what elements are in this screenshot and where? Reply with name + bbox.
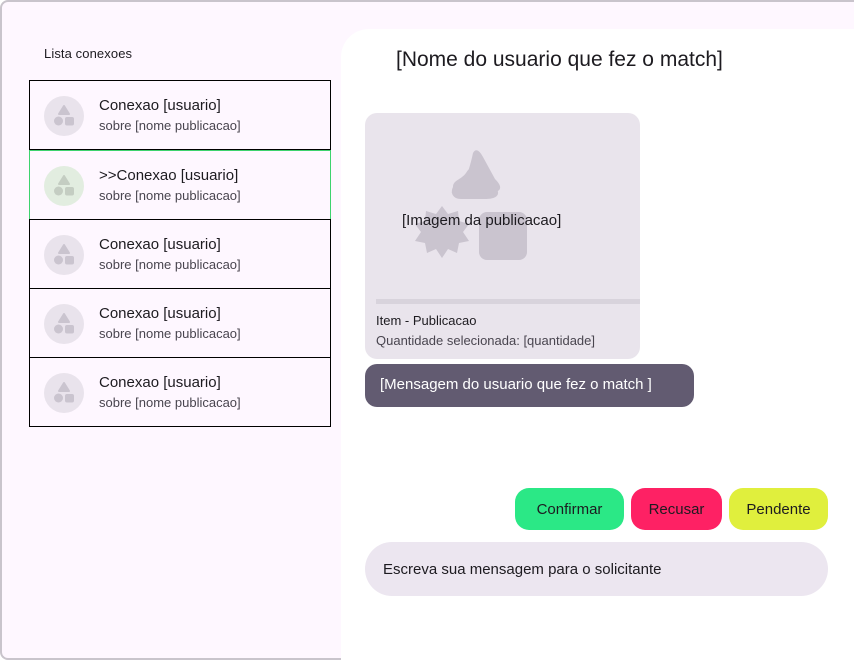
connection-name: Conexao [usuario] [99, 305, 221, 322]
avatar [44, 96, 84, 136]
connection-item-selected[interactable]: >>Conexao [usuario] sobre [nome publicac… [29, 150, 331, 220]
shapes-icon [54, 244, 74, 265]
publication-image-label: [Imagem da publicacao] [402, 212, 562, 229]
publication-card[interactable]: [Imagem da publicacao] Item - Publicacao… [365, 113, 640, 359]
confirm-button[interactable]: Confirmar [515, 488, 624, 530]
connection-item[interactable]: Conexao [usuario] sobre [nome publicacao… [29, 219, 331, 289]
connection-subtitle: sobre [nome publicacao] [99, 188, 241, 203]
connection-subtitle: sobre [nome publicacao] [99, 118, 241, 133]
publication-quantity-label: Quantidade selecionada: [quantidade] [376, 333, 596, 348]
connection-subtitle: sobre [nome publicacao] [99, 257, 241, 272]
connection-subtitle: sobre [nome publicacao] [99, 326, 241, 341]
shapes-icon [54, 175, 74, 196]
shapes-icon [54, 382, 74, 403]
publication-item-label: Item - Publicacao [376, 313, 477, 328]
connection-name: Conexao [usuario] [99, 97, 221, 114]
avatar [44, 373, 84, 413]
avatar [44, 166, 84, 206]
connection-item[interactable]: Conexao [usuario] sobre [nome publicacao… [29, 288, 331, 358]
pending-button[interactable]: Pendente [729, 488, 828, 530]
connection-item[interactable]: Conexao [usuario] sobre [nome publicacao… [29, 80, 331, 150]
refuse-button[interactable]: Recusar [631, 488, 722, 530]
connection-subtitle: sobre [nome publicacao] [99, 395, 241, 410]
avatar [44, 235, 84, 275]
match-message-bubble: [Mensagem do usuario que fez o match ] [365, 364, 694, 407]
card-divider [376, 299, 640, 304]
shapes-icon [54, 105, 74, 126]
connection-name: >>Conexao [usuario] [99, 167, 239, 184]
connections-list-title: Lista conexoes [44, 46, 133, 61]
chat-title: [Nome do usuario que fez o match] [396, 48, 723, 71]
shapes-placeholder-icon [415, 150, 527, 260]
message-input[interactable] [365, 542, 828, 596]
connection-name: Conexao [usuario] [99, 374, 221, 391]
connection-name: Conexao [usuario] [99, 236, 221, 253]
avatar [44, 304, 84, 344]
shapes-icon [54, 313, 74, 334]
connection-item[interactable]: Conexao [usuario] sobre [nome publicacao… [29, 357, 331, 427]
